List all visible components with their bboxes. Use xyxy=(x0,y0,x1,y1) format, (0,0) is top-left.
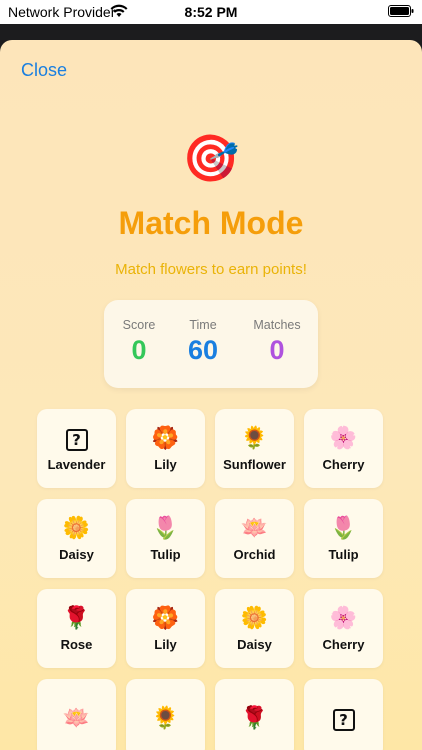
status-time: 8:52 PM xyxy=(184,4,238,20)
tile-label: Rose xyxy=(60,637,93,652)
lily-icon: 🏵️ xyxy=(151,605,180,630)
daisy-icon: 🌼 xyxy=(240,605,269,630)
flower-tile[interactable]: 🌷 Tulip xyxy=(304,499,383,578)
question-box-icon: ? xyxy=(65,425,88,453)
tile-label: Sunflower xyxy=(223,457,286,472)
tile-label: Cherry xyxy=(322,457,365,472)
stats-card: Score 0 Time 60 Matches 0 xyxy=(104,300,318,388)
flower-tile[interactable]: 🌻 xyxy=(126,679,205,750)
rose-icon: 🌹 xyxy=(62,605,91,630)
target-icon: 🎯 xyxy=(182,132,240,184)
tile-label: Orchid xyxy=(233,547,276,562)
tile-label: Daisy xyxy=(59,547,94,562)
sunflower-icon: 🌻 xyxy=(240,425,269,450)
flower-tile[interactable]: 🌹 Rose xyxy=(37,589,116,668)
score-stat: Score 0 xyxy=(104,318,174,366)
flower-tile[interactable]: 🪷 Orchid xyxy=(215,499,294,578)
flower-tile[interactable]: 🌷 Tulip xyxy=(126,499,205,578)
status-bar: Network Provider 8:52 PM xyxy=(0,0,422,24)
flower-tile[interactable]: 🏵️ Lily xyxy=(126,589,205,668)
flower-tile[interactable]: 🌹 xyxy=(215,679,294,750)
tulip-icon: 🌷 xyxy=(151,515,180,540)
flower-tile[interactable]: 🌸 Cherry xyxy=(304,589,383,668)
subtitle: Match flowers to earn points! xyxy=(115,261,307,278)
match-mode-sheet: Close 🎯 Match Mode Match flowers to earn… xyxy=(0,40,422,750)
tile-label: Daisy xyxy=(237,637,272,652)
tile-label: Cherry xyxy=(322,637,365,652)
time-stat: Time 60 xyxy=(168,318,238,366)
time-value: 60 xyxy=(187,335,219,365)
lotus-icon: 🪷 xyxy=(62,704,91,730)
daisy-icon: 🌼 xyxy=(62,515,91,540)
flower-tile[interactable]: ? Lavender xyxy=(37,409,116,488)
close-button[interactable]: Close xyxy=(21,60,67,81)
question-mark: ? xyxy=(65,429,88,451)
flower-tile[interactable]: 🌼 Daisy xyxy=(215,589,294,668)
rose-icon: 🌹 xyxy=(240,704,269,730)
page-title: Match Mode xyxy=(118,205,304,241)
time-label: Time xyxy=(189,318,217,332)
flower-tile[interactable]: 🏵️ Lily xyxy=(126,409,205,488)
cherry-blossom-icon: 🌸 xyxy=(329,425,358,450)
tile-label: Tulip xyxy=(150,547,181,562)
tile-label: Lily xyxy=(154,637,177,652)
question-box-icon: ? xyxy=(332,705,355,733)
score-value: 0 xyxy=(131,335,147,365)
flower-tile[interactable]: 🌼 Daisy xyxy=(37,499,116,578)
matches-stat: Matches 0 xyxy=(242,318,312,366)
matches-value: 0 xyxy=(269,335,285,365)
flower-tile[interactable]: 🌸 Cherry xyxy=(304,409,383,488)
matches-label: Matches xyxy=(253,318,301,332)
battery-icon xyxy=(388,5,414,17)
flower-tile[interactable]: ? xyxy=(304,679,383,750)
score-label: Score xyxy=(122,318,156,332)
lily-icon: 🏵️ xyxy=(151,425,180,450)
tile-label: Lavender xyxy=(47,457,106,472)
question-mark: ? xyxy=(332,708,355,731)
sunflower-icon: 🌻 xyxy=(151,704,180,730)
tile-label: Lily xyxy=(154,457,177,472)
tulip-icon: 🌷 xyxy=(329,515,358,540)
tile-label: Tulip xyxy=(328,547,359,562)
flower-tile[interactable]: 🪷 xyxy=(37,679,116,750)
flower-tile[interactable]: 🌻 Sunflower xyxy=(215,409,294,488)
lotus-icon: 🪷 xyxy=(240,515,269,540)
cherry-blossom-icon: 🌸 xyxy=(329,605,358,630)
flower-grid: ? Lavender 🏵️ Lily 🌻 Sunflower 🌸 Cherry 🌼 Daisy 🌷 T… xyxy=(37,409,383,750)
